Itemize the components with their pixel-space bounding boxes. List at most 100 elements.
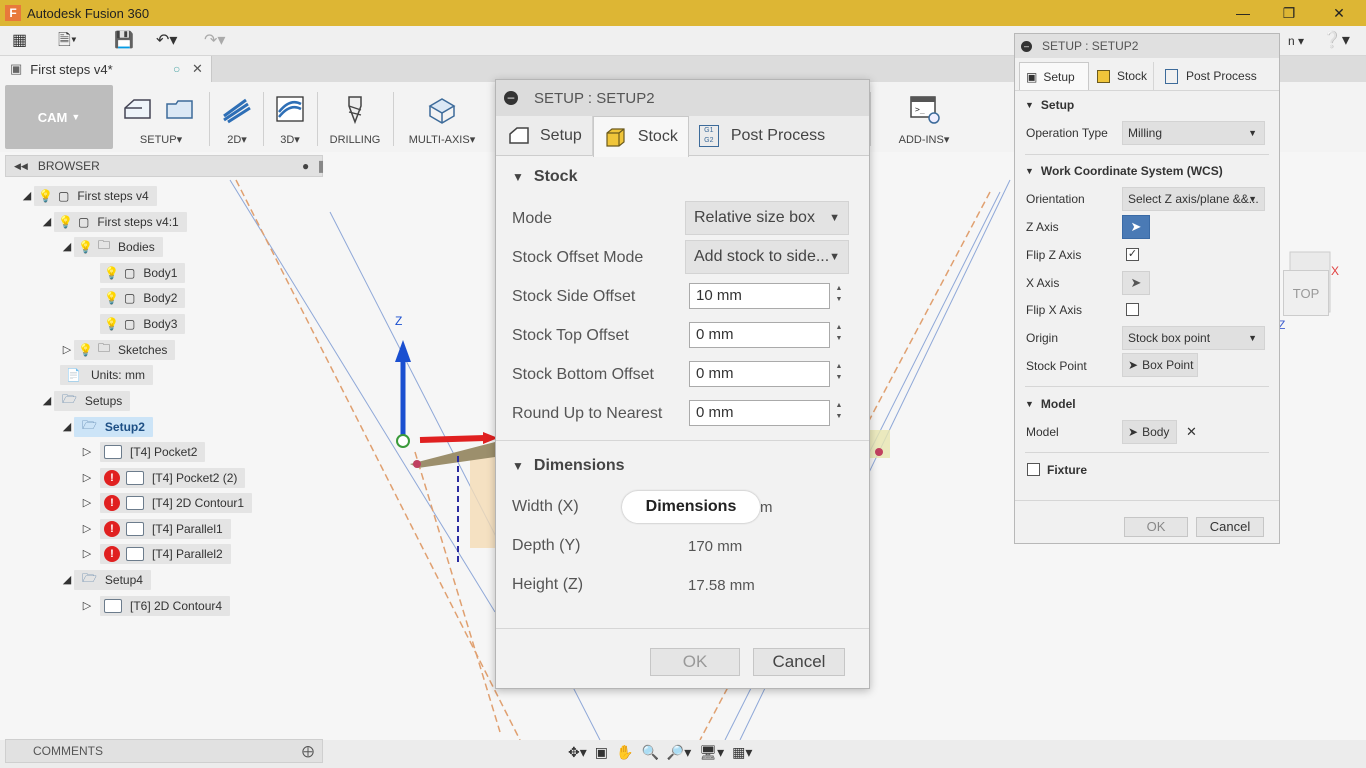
panel-header[interactable]: – SETUP : SETUP2 bbox=[1015, 34, 1279, 58]
visibility-bulb-icon[interactable]: 💡 bbox=[38, 189, 53, 203]
collapse-triangle-icon[interactable]: ◢ bbox=[60, 240, 74, 253]
collapse-dialog-icon[interactable]: – bbox=[504, 91, 518, 105]
round-up-spinner[interactable]: ▲ ▼ bbox=[832, 400, 846, 422]
visibility-bulb-icon[interactable]: 💡 bbox=[78, 240, 93, 254]
tree-node-units[interactable]: 📄 Units: mm bbox=[60, 364, 153, 385]
tree-node-body2[interactable]: 💡 ▢ Body2 bbox=[100, 287, 186, 308]
wcs-section-header[interactable]: ▼ Work Coordinate System (WCS) bbox=[1025, 164, 1223, 178]
operation-type-select[interactable]: Milling ▼ bbox=[1122, 121, 1265, 145]
ok-button[interactable]: OK bbox=[1124, 517, 1188, 537]
stock-top-offset-input[interactable]: 0 mm bbox=[689, 322, 830, 348]
browser-header[interactable]: ◀◀ BROWSER ● ❚ bbox=[5, 155, 326, 177]
save-icon[interactable]: 💾 bbox=[114, 30, 134, 52]
tree-node-operation[interactable]: ▷ ! [T4] 2D Contour1 bbox=[80, 492, 253, 513]
tree-node-bodies[interactable]: ◢ 💡 🗀 Bodies bbox=[60, 236, 163, 257]
add-ins-group[interactable]: >_ ADD-INS▾ bbox=[888, 90, 960, 150]
clear-selection-icon[interactable]: ✕ bbox=[1186, 424, 1197, 440]
tree-node-setup2[interactable]: ◢ 🗁 Setup2 bbox=[60, 416, 153, 437]
tab-setup[interactable]: Setup bbox=[496, 116, 593, 156]
look-at-icon[interactable]: ▣ bbox=[595, 744, 608, 761]
tree-node-sketches[interactable]: ▷ 💡 🗀 Sketches bbox=[60, 339, 176, 360]
visibility-bulb-icon[interactable]: 💡 bbox=[78, 343, 93, 357]
stock-point-selector[interactable]: ➤ Box Point bbox=[1122, 353, 1198, 377]
expand-triangle-icon[interactable]: ▷ bbox=[80, 445, 94, 458]
undo-icon[interactable]: ↶▾ bbox=[156, 30, 177, 52]
document-tab[interactable]: ▣ First steps v4* ○ ✕ bbox=[0, 56, 212, 82]
tab-post-process[interactable]: Post Process bbox=[1159, 62, 1263, 90]
browser-resize-icon[interactable]: ❚ bbox=[316, 159, 326, 173]
tab-post-process[interactable]: G1 G2 Post Process bbox=[689, 116, 835, 156]
expand-triangle-icon[interactable]: ▷ bbox=[80, 599, 94, 612]
model-selector[interactable]: ➤ Body bbox=[1122, 420, 1177, 444]
minimize-icon[interactable]: — bbox=[1220, 0, 1266, 26]
zoom-icon[interactable]: 🔍 bbox=[641, 744, 658, 761]
z-axis-selector-button[interactable]: ➤ bbox=[1122, 215, 1150, 239]
tree-node-root[interactable]: ◢ 💡 ▢ First steps v4 bbox=[20, 185, 157, 206]
setup-section-header[interactable]: ▼ Setup bbox=[1025, 98, 1074, 112]
tree-node-operation[interactable]: ▷ ! [T4] Parallel1 bbox=[80, 518, 231, 539]
collapse-triangle-icon[interactable]: ◢ bbox=[40, 215, 54, 228]
expand-triangle-icon[interactable]: ▷ bbox=[80, 471, 94, 484]
tree-node-setup4[interactable]: ◢ 🗁 Setup4 bbox=[60, 569, 151, 590]
dimensions-section-header[interactable]: ▼ Dimensions bbox=[512, 457, 625, 475]
stock-bottom-offset-input[interactable]: 0 mm bbox=[689, 361, 830, 387]
close-tab-icon[interactable]: ✕ bbox=[192, 61, 203, 77]
tree-node-body3[interactable]: 💡 ▢ Body3 bbox=[100, 313, 186, 334]
drilling-group[interactable]: DRILLING bbox=[322, 90, 388, 150]
tree-node-operation[interactable]: ▷ [T6] 2D Contour4 bbox=[80, 595, 231, 616]
maximize-icon[interactable]: ❐ bbox=[1266, 0, 1312, 26]
flip-z-axis-checkbox[interactable]: ✓ bbox=[1126, 248, 1139, 261]
expand-triangle-icon[interactable]: ▷ bbox=[60, 343, 74, 356]
expand-triangle-icon[interactable]: ▷ bbox=[80, 547, 94, 560]
visibility-bulb-icon[interactable]: 💡 bbox=[104, 317, 119, 331]
stock-side-offset-input[interactable]: 10 mm bbox=[689, 283, 830, 309]
redo-icon[interactable]: ↷▾ bbox=[204, 30, 225, 52]
expand-triangle-icon[interactable]: ▷ bbox=[80, 496, 94, 509]
display-settings-icon[interactable]: 🖥▾ bbox=[699, 744, 724, 761]
orbit-icon[interactable]: ✥▾ bbox=[568, 744, 587, 761]
flip-x-axis-checkbox[interactable] bbox=[1126, 303, 1139, 316]
grid-settings-icon[interactable]: ▦▾ bbox=[732, 744, 752, 761]
tree-node-body1[interactable]: 💡 ▢ Body1 bbox=[100, 262, 186, 283]
collapse-icon[interactable]: ◀◀ bbox=[14, 161, 28, 172]
file-icon[interactable]: 🗎▾ bbox=[58, 30, 77, 52]
multi-axis-group[interactable]: MULTI-AXIS▾ bbox=[398, 90, 486, 150]
side-offset-spinner[interactable]: ▲ ▼ bbox=[832, 283, 846, 305]
grid-menu-icon[interactable]: ▦ bbox=[12, 30, 27, 52]
help-icon[interactable]: ❔▾ bbox=[1322, 30, 1350, 52]
viewcube[interactable]: TOP bbox=[1283, 270, 1329, 316]
stock-section-header[interactable]: ▼ Stock bbox=[512, 168, 577, 186]
3d-group[interactable]: 3D▾ bbox=[266, 90, 314, 150]
tab-stock[interactable]: Stock bbox=[1091, 62, 1155, 90]
visibility-bulb-icon[interactable]: 💡 bbox=[104, 291, 119, 305]
workspace-switcher-button[interactable]: CAM ▼ bbox=[5, 85, 113, 149]
tree-node-operation[interactable]: ▷ ! [T4] Pocket2 (2) bbox=[80, 467, 246, 488]
bottom-offset-spinner[interactable]: ▲ ▼ bbox=[832, 361, 846, 383]
fixture-checkbox[interactable] bbox=[1027, 463, 1040, 476]
origin-select[interactable]: Stock box point ▼ bbox=[1122, 326, 1265, 350]
add-comment-icon[interactable]: ⨁ bbox=[302, 744, 314, 758]
round-up-input[interactable]: 0 mm bbox=[689, 400, 830, 426]
browser-pin-icon[interactable]: ● bbox=[302, 159, 309, 173]
tree-node-setups[interactable]: ◢ 🗁 Setups bbox=[40, 390, 131, 411]
pan-icon[interactable]: ✋ bbox=[616, 744, 633, 761]
collapse-triangle-icon[interactable]: ◢ bbox=[60, 420, 74, 433]
ok-button[interactable]: OK bbox=[650, 648, 740, 676]
setup-group[interactable]: SETUP▾ bbox=[118, 90, 204, 150]
x-axis-selector-button[interactable]: ➤ bbox=[1122, 271, 1150, 295]
tree-node-operation[interactable]: ▷ ! [T4] Parallel2 bbox=[80, 543, 231, 564]
mode-select[interactable]: Relative size box ▼ bbox=[685, 201, 849, 235]
top-offset-spinner[interactable]: ▲ ▼ bbox=[832, 322, 846, 344]
cancel-button[interactable]: Cancel bbox=[1196, 517, 1264, 537]
2d-group[interactable]: 2D▾ bbox=[214, 90, 260, 150]
model-section-header[interactable]: ▼ Model bbox=[1025, 397, 1076, 411]
expand-triangle-icon[interactable]: ▷ bbox=[80, 522, 94, 535]
tab-stock[interactable]: Stock bbox=[592, 116, 689, 157]
visibility-bulb-icon[interactable]: 💡 bbox=[104, 266, 119, 280]
cancel-button[interactable]: Cancel bbox=[753, 648, 845, 676]
collapse-dialog-icon[interactable]: – bbox=[1021, 40, 1032, 52]
tree-node-component[interactable]: ◢ 💡 ▢ First steps v4:1 bbox=[40, 211, 187, 232]
collapse-triangle-icon[interactable]: ◢ bbox=[60, 573, 74, 586]
visibility-bulb-icon[interactable]: 💡 bbox=[58, 215, 73, 229]
collapse-triangle-icon[interactable]: ◢ bbox=[20, 189, 34, 202]
